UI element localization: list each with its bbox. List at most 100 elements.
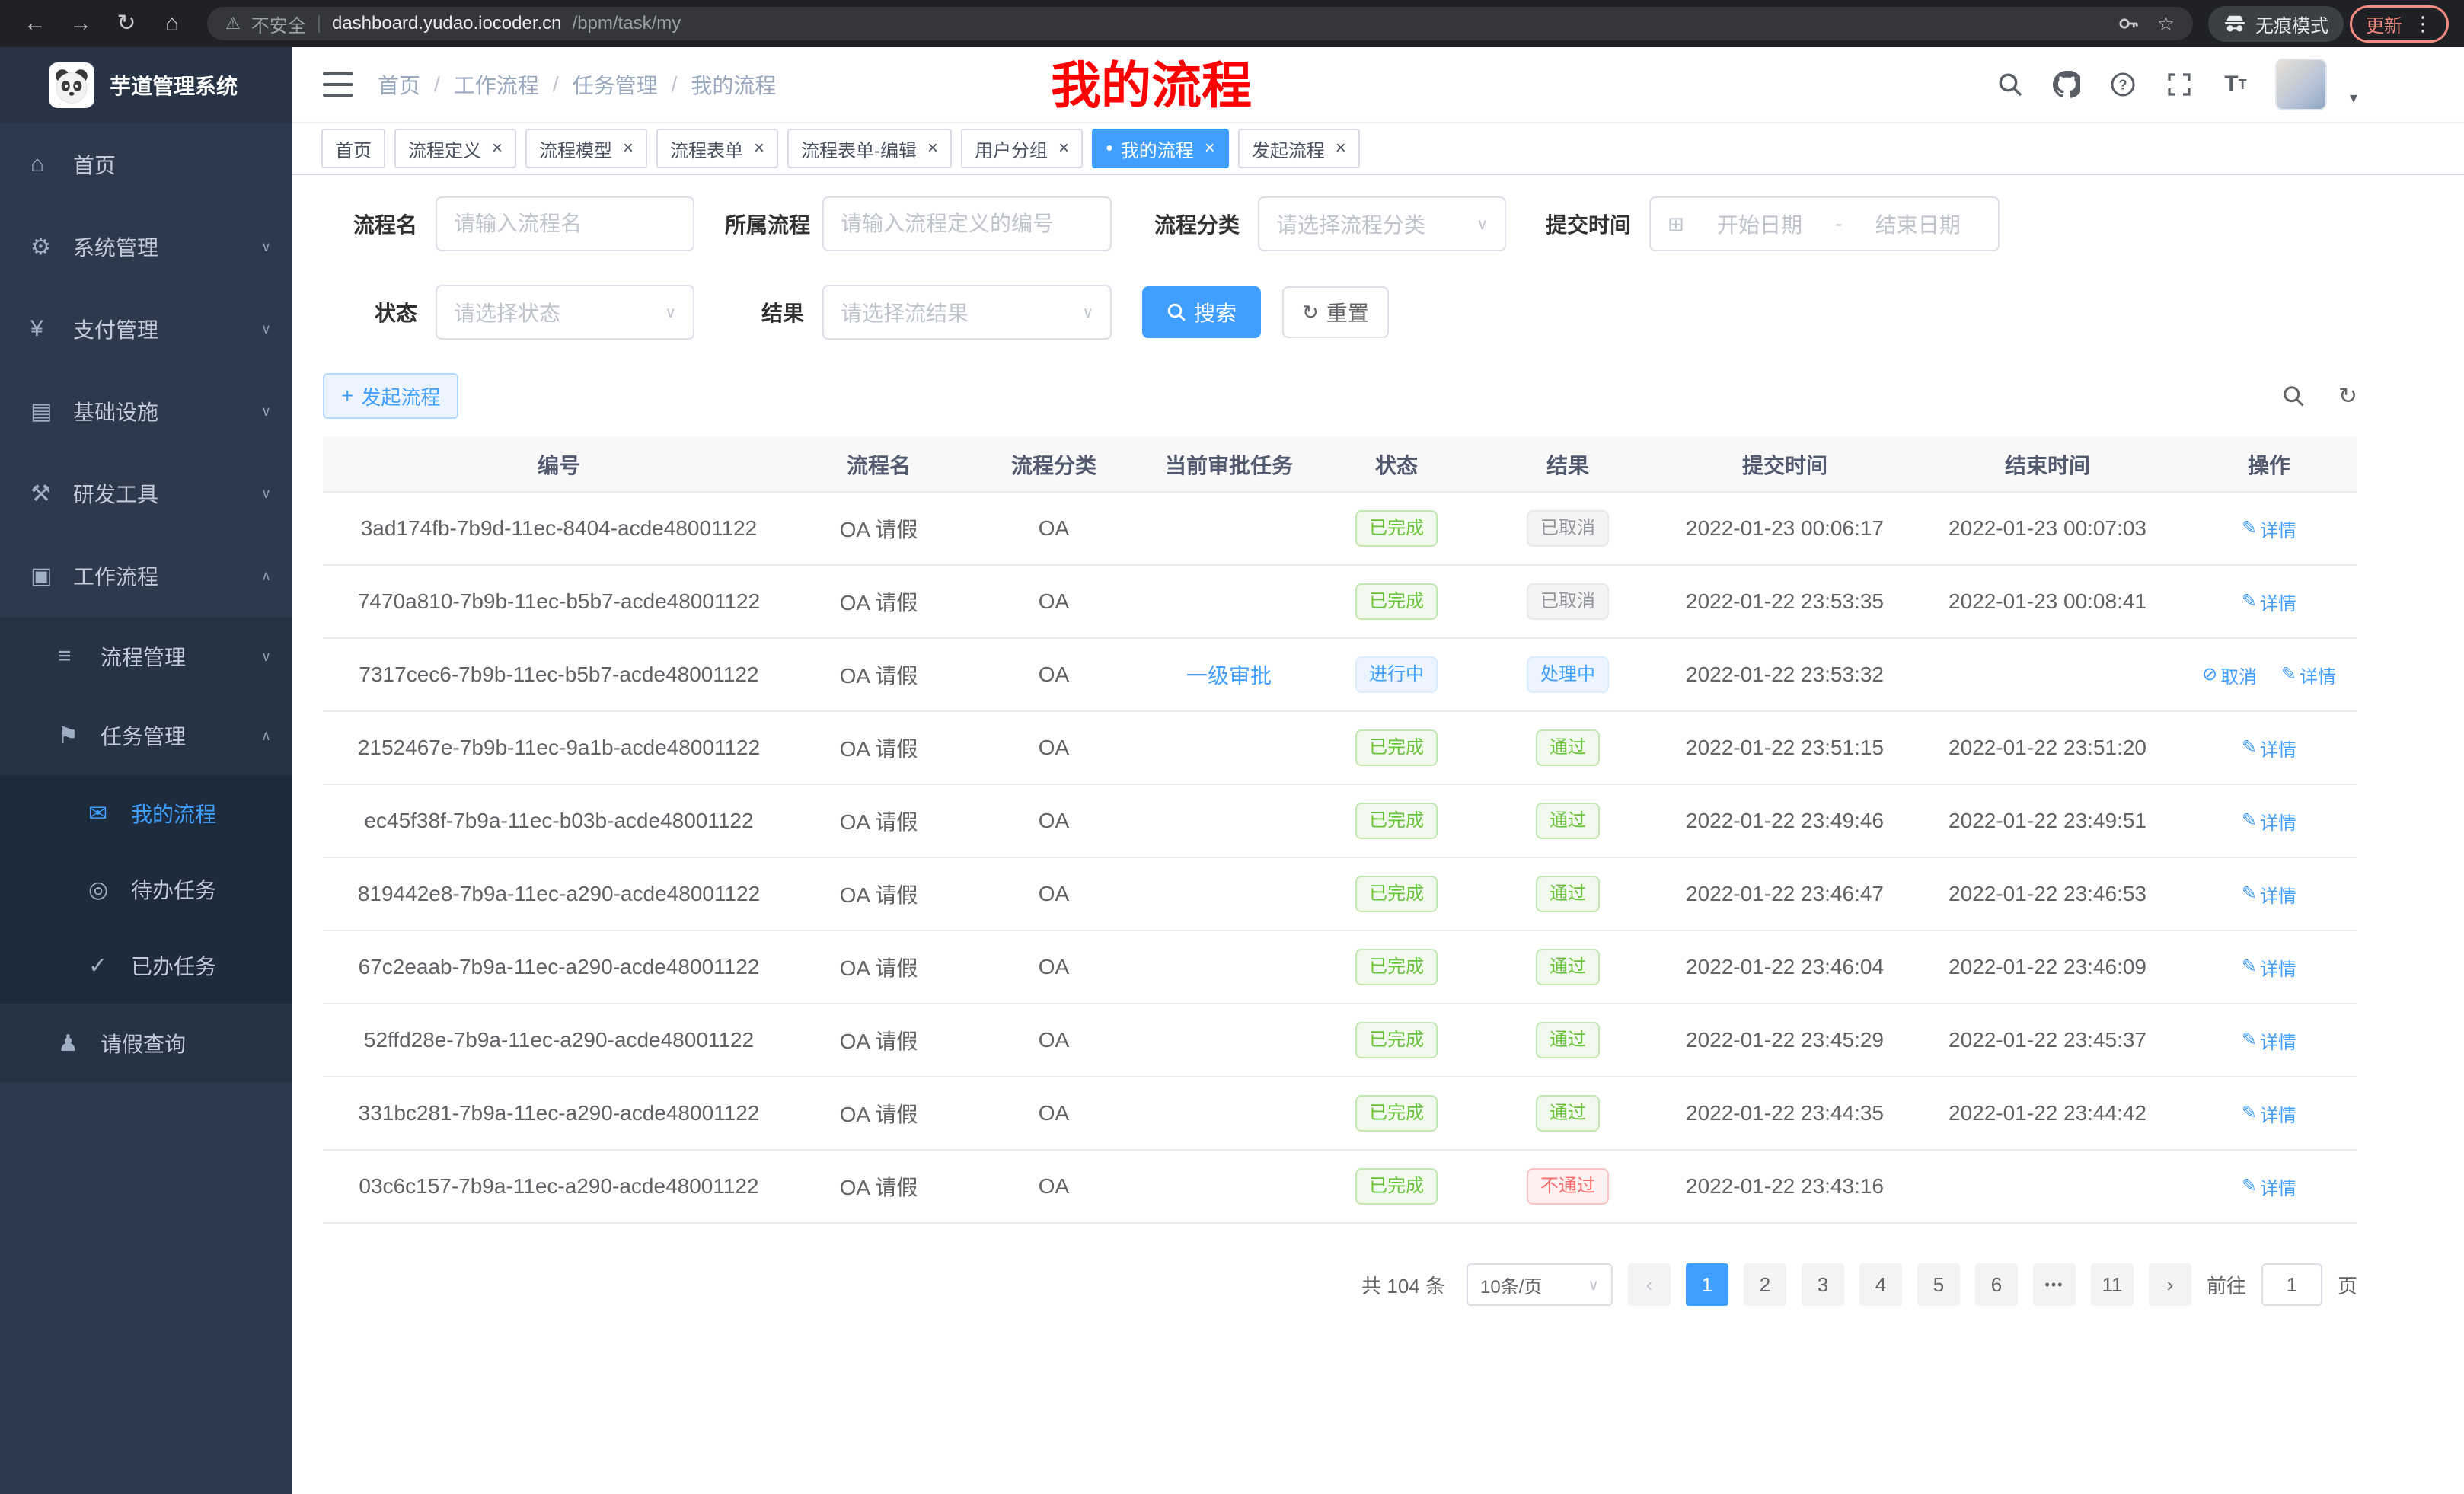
toggle-search-button[interactable]: [2282, 385, 2305, 407]
detail-link[interactable]: ✎ 详情: [2242, 516, 2296, 542]
sidebar-item[interactable]: ▤ 基础设施 ∨: [0, 370, 292, 452]
category-label: 流程分类: [1142, 209, 1258, 239]
help-icon[interactable]: ?: [2106, 59, 2140, 110]
detail-link[interactable]: ✎ 详情: [2242, 735, 2296, 761]
browser-reload-button[interactable]: ↻: [107, 0, 146, 47]
tab-label: 首页: [335, 136, 372, 162]
sidebar-item[interactable]: ⚒ 研发工具 ∨: [0, 452, 292, 535]
status-select[interactable]: 请选择状态 ∨: [436, 285, 694, 340]
next-page-button[interactable]: ›: [2149, 1263, 2191, 1306]
page-button[interactable]: 4: [1859, 1263, 1902, 1306]
app-logo[interactable]: 芋道管理系统: [0, 47, 292, 123]
sidebar-item[interactable]: ≡ 流程管理 ∨: [0, 617, 292, 696]
page-button[interactable]: •••: [2033, 1263, 2076, 1306]
detail-link[interactable]: ✎ 详情: [2242, 954, 2296, 981]
cell-end-time: 2022-01-22 23:45:37: [1914, 1004, 2181, 1077]
tab-close-icon[interactable]: ×: [1058, 139, 1069, 158]
submit-time-range-picker[interactable]: ⊞ 开始日期 - 结束日期: [1649, 196, 2000, 251]
detail-link[interactable]: ✎ 详情: [2242, 589, 2296, 615]
tab-close-icon[interactable]: ×: [492, 139, 503, 158]
bookmark-star-icon[interactable]: ☆: [2157, 12, 2175, 36]
breadcrumb-item[interactable]: / 首页: [378, 69, 420, 100]
cell-status: 已完成: [1313, 492, 1480, 565]
fullscreen-icon[interactable]: [2162, 59, 2196, 110]
goto-page-input[interactable]: [2261, 1263, 2322, 1306]
detail-link[interactable]: ✎ 详情: [2242, 1173, 2296, 1200]
browser-menu-icon[interactable]: ⋮: [2413, 12, 2433, 36]
tab-close-icon[interactable]: ×: [754, 139, 764, 158]
sidebar-item[interactable]: ◎ 待办任务: [0, 851, 292, 927]
detail-link[interactable]: ✎ 详情: [2242, 881, 2296, 908]
address-bar[interactable]: ⚠ 不安全 | dashboard.yudao.iocoder.cn /bpm/…: [207, 7, 2193, 40]
tab[interactable]: 流程表单-编辑 ×: [787, 129, 952, 168]
tab-close-icon[interactable]: ×: [927, 139, 938, 158]
tab[interactable]: 用户分组 ×: [961, 129, 1083, 168]
result-select[interactable]: 请选择流结果 ∨: [822, 285, 1112, 340]
cancel-link[interactable]: ⊘ 取消: [2202, 662, 2257, 688]
sidebar-item[interactable]: ▣ 工作流程 ∧: [0, 535, 292, 617]
page-button[interactable]: 2: [1744, 1263, 1786, 1306]
github-icon[interactable]: [2050, 59, 2083, 110]
sidebar-item[interactable]: ⚙ 系统管理 ∨: [0, 206, 292, 288]
sidebar-item[interactable]: ✉ 我的流程: [0, 775, 292, 851]
table-row: 819442e8-7b9a-11ec-a290-acde48001122 OA …: [323, 857, 2357, 931]
search-button[interactable]: 搜索: [1142, 286, 1261, 338]
avatar[interactable]: [2275, 59, 2327, 110]
search-icon[interactable]: [1993, 59, 2027, 110]
tab[interactable]: ● 我的流程 ×: [1092, 129, 1229, 168]
sidebar-item[interactable]: ¥ 支付管理 ∨: [0, 288, 292, 370]
cell-submit-time: 2022-01-22 23:45:29: [1655, 1004, 1914, 1077]
tab-close-icon[interactable]: ×: [623, 139, 634, 158]
page-button[interactable]: 1: [1686, 1263, 1728, 1306]
tab[interactable]: 流程表单 ×: [656, 129, 778, 168]
logo-image: [49, 62, 94, 108]
breadcrumb-item[interactable]: / 任务管理: [553, 69, 658, 100]
hamburger-icon[interactable]: [323, 72, 353, 97]
sidebar-item[interactable]: ⌂ 首页: [0, 123, 292, 206]
sidebar-item[interactable]: ⚑ 任务管理 ∧: [0, 696, 292, 775]
chevron-icon: ∨: [261, 239, 271, 255]
cell-actions: ⊘ ✎ 详情: [2181, 784, 2357, 857]
tab[interactable]: 流程模型 ×: [525, 129, 647, 168]
process-definition-input[interactable]: [822, 196, 1112, 251]
detail-link[interactable]: ✎ 详情: [2281, 662, 2336, 688]
detail-link[interactable]: ✎ 详情: [2242, 1027, 2296, 1054]
task-link[interactable]: 一级审批: [1186, 664, 1272, 688]
status-tag: 已完成: [1355, 1022, 1438, 1058]
prev-page-button[interactable]: ‹: [1628, 1263, 1671, 1306]
refresh-table-button[interactable]: ↻: [2338, 383, 2357, 410]
browser-home-button[interactable]: ⌂: [152, 0, 192, 47]
page-button[interactable]: 3: [1802, 1263, 1844, 1306]
tab[interactable]: 发起流程 ×: [1238, 129, 1360, 168]
page-size-select[interactable]: 10条/页 ∨: [1467, 1263, 1613, 1306]
browser-forward-button[interactable]: →: [61, 0, 101, 47]
breadcrumb-item[interactable]: / 我的流程: [672, 69, 777, 100]
reset-button[interactable]: ↻ 重置: [1282, 286, 1389, 338]
page-button[interactable]: 5: [1917, 1263, 1960, 1306]
sidebar-item[interactable]: ♟ 请假查询: [0, 1004, 292, 1083]
sidebar-item[interactable]: ✓ 已办任务: [0, 927, 292, 1004]
table-row: 52ffd28e-7b9a-11ec-a290-acde48001122 OA …: [323, 1004, 2357, 1077]
font-size-icon[interactable]: TT: [2219, 59, 2252, 110]
password-key-icon[interactable]: [2118, 13, 2139, 34]
detail-link[interactable]: ✎ 详情: [2242, 1100, 2296, 1127]
avatar-caret-icon[interactable]: ▾: [2350, 88, 2357, 107]
breadcrumb-item[interactable]: / 工作流程: [434, 69, 539, 100]
detail-label: 详情: [2260, 954, 2296, 981]
tab[interactable]: 首页: [321, 129, 385, 168]
detail-link[interactable]: ✎ 详情: [2242, 808, 2296, 835]
column-header: 结束时间: [1914, 437, 2181, 492]
browser-back-button[interactable]: ←: [15, 0, 55, 47]
browser-update-button[interactable]: 更新 ⋮: [2350, 5, 2449, 43]
category-select[interactable]: 请选择流程分类 ∨: [1258, 196, 1506, 251]
cell-current-task: [1145, 492, 1313, 565]
cell-submit-time: 2022-01-22 23:43:16: [1655, 1150, 1914, 1223]
tab-close-icon[interactable]: ×: [1205, 139, 1215, 158]
page-button[interactable]: 6: [1975, 1263, 2018, 1306]
process-name-input[interactable]: [436, 196, 694, 251]
page-button[interactable]: 11: [2091, 1263, 2134, 1306]
tab[interactable]: 流程定义 ×: [394, 129, 516, 168]
cell-category: OA: [962, 565, 1145, 638]
create-process-button[interactable]: + 发起流程: [323, 373, 458, 419]
tab-close-icon[interactable]: ×: [1336, 139, 1346, 158]
